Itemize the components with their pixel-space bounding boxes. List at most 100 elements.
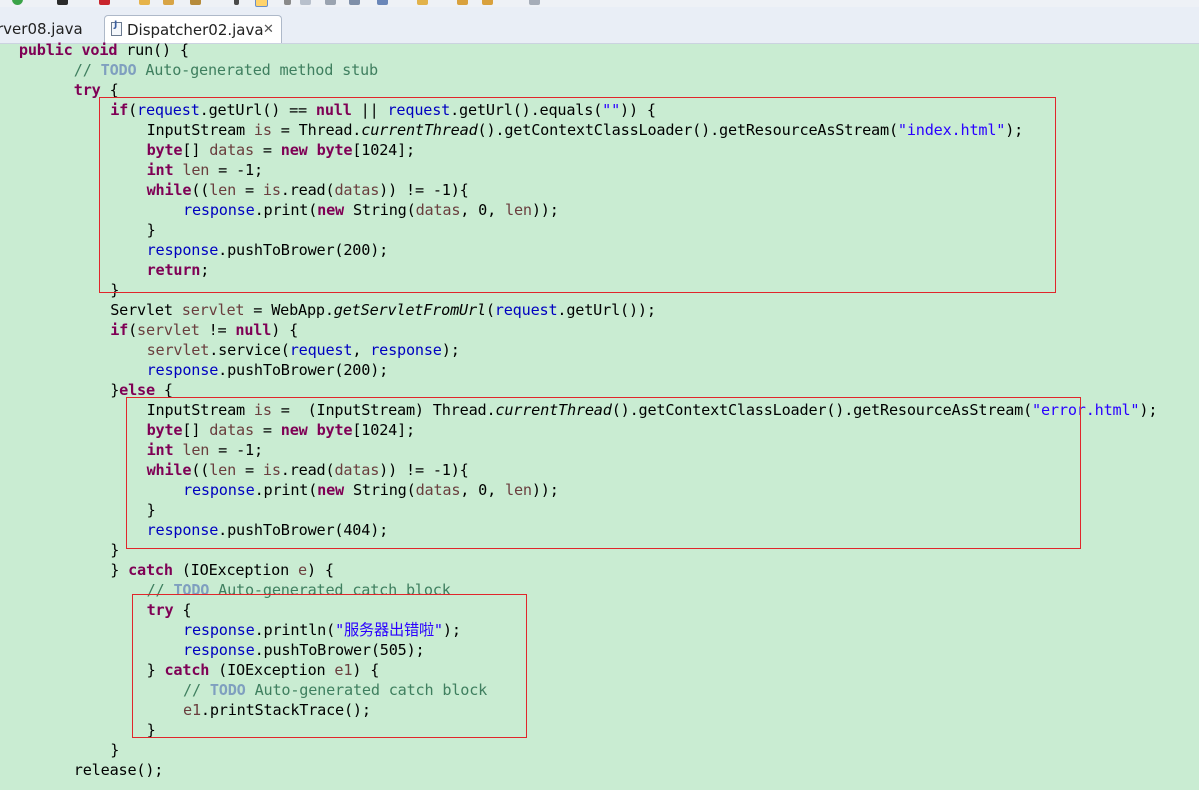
code-token: while [146,181,192,199]
code-token: )) != -1){ [379,461,469,479]
code-token: String( [344,481,416,499]
package-icon[interactable] [163,0,174,5]
code-token: [] [182,141,210,159]
code-line: response.print(new String(datas, 0, len)… [183,200,559,220]
run-icon[interactable] [12,0,23,5]
code-token: TODO [100,61,137,79]
code-token: if [110,321,129,339]
code-token: .printStackTrace(); [200,701,371,719]
code-token: request [137,101,200,119]
open-folder-icon[interactable] [139,0,150,5]
copy-icon[interactable] [325,0,336,5]
code-line: public void run() { [1,40,189,60]
code-token: Auto-generated method stub [136,61,378,79]
code-token: Servlet [110,301,182,319]
code-token: is [262,461,281,479]
code-line: byte[] datas = new byte[1024]; [147,420,416,440]
code-line: int len = -1; [146,160,264,180]
code-token: ) { [352,661,380,679]
code-token: else [119,381,155,399]
code-token: currentThread [361,121,478,139]
layout-icon[interactable] [349,0,360,5]
code-token: len [209,461,237,479]
code-token: ( [128,101,138,119]
code-token: response [146,521,219,539]
code-token: .print( [254,481,318,499]
code-line: } catch (IOException e) { [110,560,334,580]
tab-dispatcher02-java[interactable]: Dispatcher02.java ✕ [104,15,282,43]
code-token: datas [209,141,254,159]
code-token: e1 [183,701,201,719]
code-token: ); [441,341,460,359]
code-token: = WebApp. [244,301,334,319]
code-token: )); [531,481,559,499]
code-token: .pushToBrower(200); [218,241,389,259]
code-line: // TODO Auto-generated method stub [74,60,378,80]
code-token: while [146,461,192,479]
code-token: release(); [73,761,164,779]
code-token: datas [334,181,380,199]
code-token: byte [316,141,353,159]
code-token: e [298,561,307,579]
stop-icon[interactable] [99,0,110,5]
code-token: response [146,361,219,379]
code-token: catch [128,561,173,579]
code-token: = (InputStream) Thread. [271,401,496,419]
forward-arrow-icon[interactable] [482,0,493,5]
code-token: datas [415,201,461,219]
code-token: String( [344,201,416,219]
pin-icon[interactable] [190,0,201,5]
code-line: if(request.getUrl() == null || request.g… [110,100,656,120]
save-icon[interactable] [57,0,68,5]
code-line: response.print(new String(datas, 0, len)… [183,480,559,500]
dropdown-icon[interactable] [284,0,291,5]
code-token: new [317,201,345,219]
code-token: ) { [271,321,299,339]
code-token: = -1; [209,161,263,179]
code-token: .pushToBrower(200); [218,361,389,379]
code-token: } [146,721,156,739]
code-token: Auto-generated catch block [245,681,488,699]
code-token: public void [1,41,118,59]
code-editor[interactable]: public void run() {// TODO Auto-generate… [0,40,1199,790]
code-token: len [182,441,210,459]
code-token: try [73,81,101,99]
code-token: "error.html" [1032,401,1140,419]
code-line: } catch (IOException e1) { [147,660,380,680]
code-token: request [289,341,353,359]
code-token: { [173,601,192,619]
code-token: } [110,741,120,759]
code-token: int [146,161,174,179]
code-token: { [100,81,119,99]
code-line: try { [147,600,192,620]
code-line: Servlet servlet = WebApp.getServletFromU… [110,300,656,320]
navigate-icon[interactable] [529,0,540,5]
back-arrow-icon[interactable] [457,0,468,5]
code-token: ().getContextClassLoader().getResourceAs… [477,121,899,139]
code-token: servlet [137,321,200,339]
code-line: if(servlet != null) { [110,320,298,340]
tab-server08-java[interactable]: rver08.java [0,15,93,43]
export-icon[interactable] [377,0,388,5]
document-icon[interactable] [300,0,311,5]
code-token: .service( [209,341,290,359]
code-token: .read( [280,181,335,199]
code-token: } [110,381,120,399]
code-token: request [494,301,558,319]
code-token: len [182,161,210,179]
code-token: .getUrl()); [557,301,656,319]
code-token: "服务器出错啦" [335,621,443,639]
code-token: datas [209,421,254,439]
code-token: .println( [254,621,336,639]
code-token: catch [164,661,210,679]
code-line: InputStream is = Thread.currentThread().… [147,120,1024,140]
arrow-icon[interactable] [234,0,239,5]
marker-icon[interactable] [417,0,428,5]
code-token: = [253,141,281,159]
highlight-icon[interactable] [255,0,268,7]
code-token: int [146,441,174,459]
code-token: ); [1005,121,1024,139]
code-token: { [154,381,173,399]
code-token: "index.html" [897,121,1006,139]
